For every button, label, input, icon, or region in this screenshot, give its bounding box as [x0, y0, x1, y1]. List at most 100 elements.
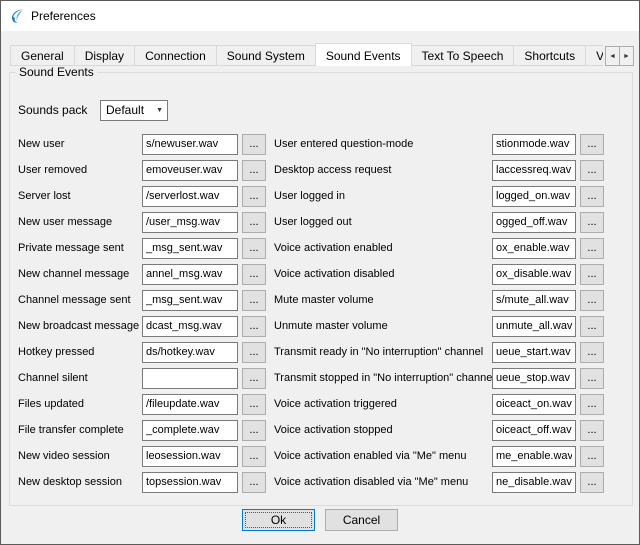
browse-button[interactable]: ...: [580, 472, 604, 493]
sound-event-row: New user...: [18, 131, 266, 157]
event-file-input[interactable]: [492, 394, 576, 415]
browse-button[interactable]: ...: [242, 238, 266, 259]
event-file-input[interactable]: [492, 420, 576, 441]
sound-event-row: Hotkey pressed...: [18, 339, 266, 365]
browse-button[interactable]: ...: [242, 342, 266, 363]
event-label: Transmit stopped in "No interruption" ch…: [274, 372, 492, 384]
tab-connection[interactable]: Connection: [134, 45, 217, 66]
browse-button[interactable]: ...: [242, 472, 266, 493]
event-file-input[interactable]: [142, 264, 238, 285]
tab-text-to-speech[interactable]: Text To Speech: [411, 45, 515, 66]
browse-button[interactable]: ...: [242, 160, 266, 181]
ok-button[interactable]: Ok: [242, 509, 315, 531]
browse-button[interactable]: ...: [242, 290, 266, 311]
tab-shortcuts[interactable]: Shortcuts: [513, 45, 586, 66]
titlebar[interactable]: Preferences: [1, 1, 639, 31]
browse-button[interactable]: ...: [242, 368, 266, 389]
event-label: New video session: [18, 450, 142, 462]
event-file-input[interactable]: [142, 212, 238, 233]
event-label: Hotkey pressed: [18, 346, 142, 358]
event-file-input[interactable]: [492, 290, 576, 311]
browse-button[interactable]: ...: [580, 290, 604, 311]
sound-event-row: Voice activation enabled...: [274, 235, 604, 261]
sound-event-row: New channel message...: [18, 261, 266, 287]
browse-button[interactable]: ...: [242, 264, 266, 285]
browse-button[interactable]: ...: [580, 186, 604, 207]
sound-event-row: Private message sent...: [18, 235, 266, 261]
tab-scroll-buttons: ◄ ►: [605, 46, 634, 66]
event-file-input[interactable]: [492, 186, 576, 207]
tab-scroll-left-icon[interactable]: ◄: [605, 46, 620, 66]
event-file-input[interactable]: [492, 316, 576, 337]
event-file-input[interactable]: [142, 186, 238, 207]
event-file-input[interactable]: [492, 160, 576, 181]
sound-event-row: Voice activation enabled via "Me" menu..…: [274, 443, 604, 469]
event-file-input[interactable]: [142, 368, 238, 389]
browse-button[interactable]: ...: [242, 186, 266, 207]
browse-button[interactable]: ...: [580, 134, 604, 155]
event-file-input[interactable]: [492, 238, 576, 259]
event-file-input[interactable]: [492, 134, 576, 155]
sound-event-row: Transmit stopped in "No interruption" ch…: [274, 365, 604, 391]
event-file-input[interactable]: [142, 446, 238, 467]
browse-button[interactable]: ...: [580, 238, 604, 259]
sounds-pack-dropdown[interactable]: Default ▼: [100, 100, 168, 121]
tab-sound-events[interactable]: Sound Events: [315, 43, 412, 66]
sound-event-row: User logged out...: [274, 209, 604, 235]
browse-button[interactable]: ...: [242, 316, 266, 337]
browse-button[interactable]: ...: [242, 420, 266, 441]
browse-button[interactable]: ...: [242, 394, 266, 415]
event-file-input[interactable]: [492, 264, 576, 285]
browse-button[interactable]: ...: [580, 420, 604, 441]
event-file-input[interactable]: [142, 472, 238, 493]
tab-display[interactable]: Display: [74, 45, 135, 66]
browse-button[interactable]: ...: [580, 368, 604, 389]
event-label: Voice activation stopped: [274, 424, 492, 436]
browse-button[interactable]: ...: [242, 212, 266, 233]
browse-button[interactable]: ...: [580, 446, 604, 467]
sound-event-row: Transmit ready in "No interruption" chan…: [274, 339, 604, 365]
sound-event-row: User logged in...: [274, 183, 604, 209]
event-file-input[interactable]: [492, 368, 576, 389]
event-file-input[interactable]: [142, 420, 238, 441]
event-label: User removed: [18, 164, 142, 176]
browse-button[interactable]: ...: [580, 212, 604, 233]
event-file-input[interactable]: [142, 342, 238, 363]
event-label: User entered question-mode: [274, 138, 492, 150]
event-label: Server lost: [18, 190, 142, 202]
browse-button[interactable]: ...: [242, 134, 266, 155]
browse-button[interactable]: ...: [580, 342, 604, 363]
event-file-input[interactable]: [492, 446, 576, 467]
event-file-input[interactable]: [142, 316, 238, 337]
browse-button[interactable]: ...: [580, 264, 604, 285]
browse-button[interactable]: ...: [580, 394, 604, 415]
event-label: Channel message sent: [18, 294, 142, 306]
sound-event-row: Desktop access request...: [274, 157, 604, 183]
event-file-input[interactable]: [142, 160, 238, 181]
event-file-input[interactable]: [142, 134, 238, 155]
tab-general[interactable]: General: [10, 45, 75, 66]
tab-video[interactable]: Video: [585, 45, 603, 66]
event-file-input[interactable]: [492, 472, 576, 493]
sound-event-row: New user message...: [18, 209, 266, 235]
event-label: New broadcast message: [18, 320, 142, 332]
tab-scroll-right-icon[interactable]: ►: [619, 46, 634, 66]
group-title: Sound Events: [16, 65, 97, 79]
event-label: File transfer complete: [18, 424, 142, 436]
event-label: Unmute master volume: [274, 320, 492, 332]
event-file-input[interactable]: [492, 212, 576, 233]
browse-button[interactable]: ...: [580, 160, 604, 181]
app-icon: [9, 8, 25, 24]
event-file-input[interactable]: [492, 342, 576, 363]
tab-sound-system[interactable]: Sound System: [216, 45, 316, 66]
event-file-input[interactable]: [142, 394, 238, 415]
sound-event-row: Voice activation stopped...: [274, 417, 604, 443]
browse-button[interactable]: ...: [242, 446, 266, 467]
event-file-input[interactable]: [142, 238, 238, 259]
event-label: Desktop access request: [274, 164, 492, 176]
cancel-button[interactable]: Cancel: [325, 509, 398, 531]
event-file-input[interactable]: [142, 290, 238, 311]
event-label: Private message sent: [18, 242, 142, 254]
event-label: Voice activation enabled via "Me" menu: [274, 450, 492, 462]
browse-button[interactable]: ...: [580, 316, 604, 337]
